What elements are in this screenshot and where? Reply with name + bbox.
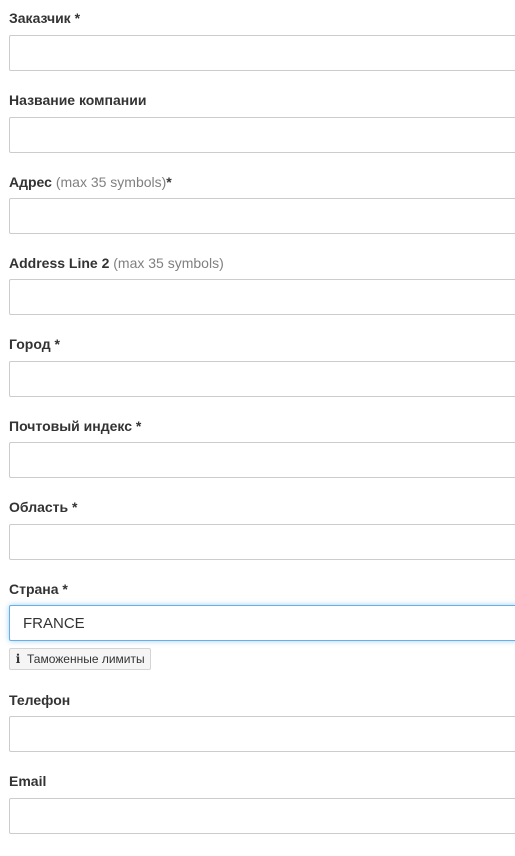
phone-input[interactable] [9, 716, 515, 752]
required-marker: * [70, 10, 81, 26]
region-label-text: Область [9, 499, 69, 515]
address-label: Адрес (max 35 symbols)* [9, 173, 172, 191]
city-input[interactable] [9, 361, 515, 397]
customs-limits-button[interactable]: i Таможенные лимиты [9, 648, 151, 670]
country-label: Страна * [9, 580, 68, 598]
required-marker: * [50, 336, 60, 352]
address-input[interactable] [9, 198, 515, 234]
address2-hint: (max 35 symbols) [109, 255, 224, 271]
country-label-text: Страна [9, 581, 59, 597]
postal-code-label: Почтовый индекс * [9, 417, 141, 435]
address2-input[interactable] [9, 279, 515, 315]
region-label: Область * [9, 498, 77, 516]
phone-label: Телефон [9, 691, 70, 709]
required-marker: * [68, 499, 78, 515]
postal-code-label-text: Почтовый индекс [9, 418, 133, 434]
email-label-text: Email [9, 773, 47, 789]
region-input[interactable] [9, 524, 515, 560]
phone-label-text: Телефон [9, 692, 71, 708]
city-label-text: Город [9, 336, 51, 352]
city-label: Город * [9, 335, 60, 353]
customer-label: Заказчик * [9, 9, 80, 27]
info-icon: i [15, 652, 21, 666]
customer-input[interactable] [9, 35, 515, 71]
country-input[interactable] [9, 605, 515, 641]
required-marker: * [132, 418, 142, 434]
email-label: Email [9, 772, 46, 790]
address2-label: Address Line 2 (max 35 symbols) [9, 254, 224, 272]
address-label-text: Адрес [9, 174, 52, 190]
company-input[interactable] [9, 117, 515, 153]
required-marker: * [166, 174, 172, 190]
customer-label-text: Заказчик [9, 10, 71, 26]
company-label: Название компании [9, 91, 146, 109]
email-input[interactable] [9, 798, 515, 834]
customs-limits-label: Таможенные лимиты [27, 652, 145, 666]
address-hint: (max 35 symbols) [51, 174, 167, 190]
postal-code-input[interactable] [9, 442, 515, 478]
required-marker: * [58, 581, 68, 597]
company-label-text: Название компании [9, 92, 147, 108]
address2-label-text: Address Line 2 [9, 255, 110, 271]
